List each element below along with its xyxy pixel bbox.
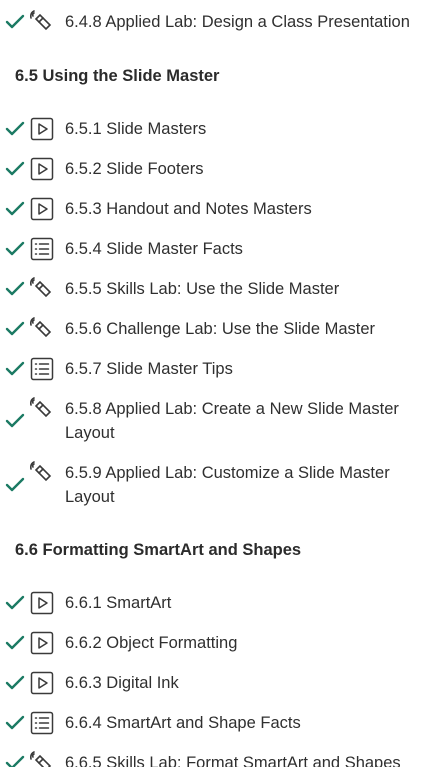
check-icon [5, 715, 25, 730]
list-item[interactable]: 6.5.5 Skills Lab: Use the Slide Master [0, 276, 435, 302]
list-item[interactable]: 6.5.2 Slide Footers [0, 156, 435, 182]
lab-icon [30, 751, 52, 767]
list-item[interactable]: 6.6.1 SmartArt [0, 590, 435, 616]
item-label: 6.5.9 Applied Lab: Customize a Slide Mas… [65, 464, 390, 506]
item-label: 6.5.3 Handout and Notes Masters [65, 200, 312, 218]
check-icon [5, 755, 25, 767]
check-icon [5, 281, 25, 296]
item-label: 6.5.6 Challenge Lab: Use the Slide Maste… [65, 320, 376, 338]
video-icon [30, 197, 54, 221]
list-icon [30, 357, 54, 381]
list-item[interactable]: 6.6.2 Object Formatting [0, 630, 435, 656]
check-icon [5, 121, 25, 136]
video-icon [30, 157, 54, 181]
video-icon [30, 591, 54, 615]
item-label: 6.4.8 Applied Lab: Design a Class Presen… [65, 13, 410, 31]
list-item[interactable]: 6.4.8 Applied Lab: Design a Class Presen… [0, 10, 435, 36]
lab-icon [30, 317, 52, 338]
item-label: 6.6.4 SmartArt and Shape Facts [65, 714, 301, 732]
section-heading: 6.6 Formatting SmartArt and Shapes [15, 541, 302, 559]
check-icon [5, 595, 25, 610]
item-label: 6.5.5 Skills Lab: Use the Slide Master [65, 280, 340, 298]
lab-icon [30, 461, 52, 482]
list-item[interactable]: 6.5.3 Handout and Notes Masters [0, 196, 435, 222]
item-label: 6.6.1 SmartArt [65, 594, 172, 612]
video-icon [30, 631, 54, 655]
list-item[interactable]: 6.5.8 Applied Lab: Create a New Slide Ma… [0, 396, 435, 446]
list-item[interactable]: 6.6.3 Digital Ink [0, 670, 435, 696]
check-icon [5, 201, 25, 216]
list-item[interactable]: 6.6.5 Skills Lab: Format SmartArt and Sh… [0, 750, 435, 767]
item-label: 6.6.5 Skills Lab: Format SmartArt and Sh… [65, 754, 401, 767]
item-label: 6.5.4 Slide Master Facts [65, 240, 243, 258]
item-label: 6.6.3 Digital Ink [65, 674, 179, 692]
check-icon [5, 14, 25, 29]
check-icon [5, 413, 25, 428]
section-heading: 6.5 Using the Slide Master [15, 67, 220, 85]
check-icon [5, 161, 25, 176]
check-icon [5, 321, 25, 336]
item-label: 6.6.2 Object Formatting [65, 634, 238, 652]
check-icon [5, 241, 25, 256]
item-label: 6.5.8 Applied Lab: Create a New Slide Ma… [65, 400, 399, 442]
list-item[interactable]: 6.5.9 Applied Lab: Customize a Slide Mas… [0, 460, 435, 510]
list-icon [30, 711, 54, 735]
list-item[interactable]: 6.5.6 Challenge Lab: Use the Slide Maste… [0, 316, 435, 342]
list-item[interactable]: 6.5.4 Slide Master Facts [0, 236, 435, 262]
check-icon [5, 477, 25, 492]
list-item[interactable]: 6.5.1 Slide Masters [0, 116, 435, 142]
lab-icon [30, 10, 52, 31]
item-label: 6.5.2 Slide Footers [65, 160, 204, 178]
video-icon [30, 671, 54, 695]
video-icon [30, 117, 54, 141]
list-icon [30, 237, 54, 261]
lab-icon [30, 277, 52, 298]
list-item[interactable]: 6.5.7 Slide Master Tips [0, 356, 435, 382]
list-item[interactable]: 6.6.4 SmartArt and Shape Facts [0, 710, 435, 736]
check-icon [5, 635, 25, 650]
item-label: 6.5.1 Slide Masters [65, 120, 207, 138]
check-icon [5, 361, 25, 376]
lab-icon [30, 397, 52, 418]
item-label: 6.5.7 Slide Master Tips [65, 360, 233, 378]
check-icon [5, 675, 25, 690]
